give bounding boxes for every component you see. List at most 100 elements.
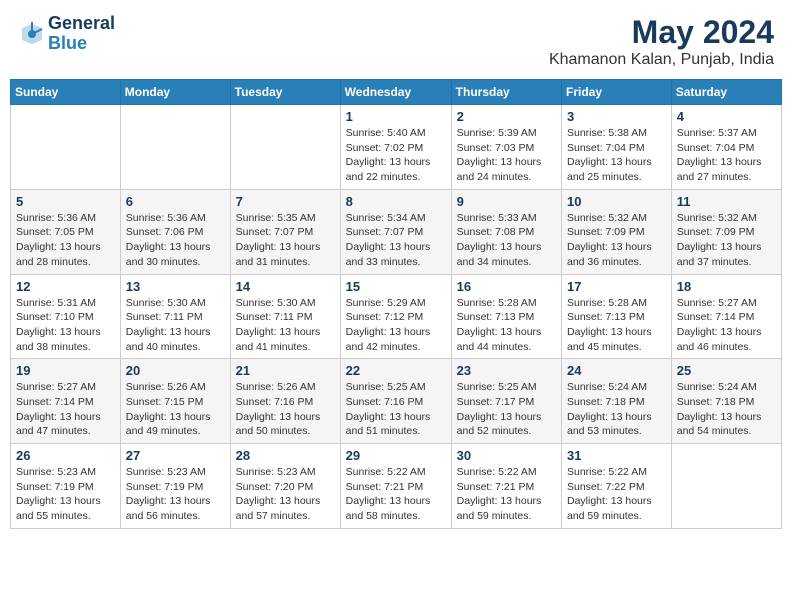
title-section: May 2024 Khamanon Kalan, Punjab, India <box>549 14 774 69</box>
header-day-thursday: Thursday <box>451 80 561 105</box>
day-info: Sunrise: 5:22 AM Sunset: 7:21 PM Dayligh… <box>346 465 446 524</box>
calendar-cell: 18Sunrise: 5:27 AM Sunset: 7:14 PM Dayli… <box>671 274 781 359</box>
calendar-cell: 15Sunrise: 5:29 AM Sunset: 7:12 PM Dayli… <box>340 274 451 359</box>
calendar-cell: 20 Sunrise: 5:26 AM Sunset: 7:15 PM Dayli… <box>120 359 230 444</box>
week-row-2: 12 Sunrise: 5:31 AM Sunset: 7:10 PM Dayli… <box>11 274 782 359</box>
logo: General Blue <box>18 14 115 54</box>
calendar-cell: 19 Sunrise: 5:27 AM Sunset: 7:14 PM Dayli… <box>11 359 121 444</box>
logo-icon <box>18 20 46 48</box>
day-number: 6 <box>126 194 225 209</box>
header-day-saturday: Saturday <box>671 80 781 105</box>
day-number: 31 <box>567 448 666 463</box>
day-info: Sunrise: 5:35 AM Sunset: 7:07 PM Dayligh… <box>236 211 335 270</box>
day-number: 14 <box>236 279 335 294</box>
day-info: Sunrise: 5:23 AM Sunset: 7:19 PM Dayligh… <box>16 465 115 524</box>
day-number: 5 <box>16 194 115 209</box>
calendar-cell <box>120 105 230 190</box>
day-number: 19 <box>16 363 115 378</box>
day-info: Sunrise: 5:22 AM Sunset: 7:22 PM Dayligh… <box>567 465 666 524</box>
day-number: 29 <box>346 448 446 463</box>
week-row-1: 5 Sunrise: 5:36 AM Sunset: 7:05 PM Daylig… <box>11 189 782 274</box>
calendar-cell: 9Sunrise: 5:33 AM Sunset: 7:08 PM Daylig… <box>451 189 561 274</box>
day-info: Sunrise: 5:37 AM Sunset: 7:04 PM Dayligh… <box>677 126 776 185</box>
calendar-cell: 3Sunrise: 5:38 AM Sunset: 7:04 PM Daylig… <box>562 105 672 190</box>
calendar-table: SundayMondayTuesdayWednesdayThursdayFrid… <box>10 79 782 529</box>
calendar-cell <box>230 105 340 190</box>
logo-line2: Blue <box>48 34 115 54</box>
calendar-cell: 8 Sunrise: 5:34 AM Sunset: 7:07 PM Daylig… <box>340 189 451 274</box>
calendar-body: 1 Sunrise: 5:40 AM Sunset: 7:02 PM Daylig… <box>11 105 782 529</box>
day-info: Sunrise: 5:27 AM Sunset: 7:14 PM Dayligh… <box>16 380 115 439</box>
day-info: Sunrise: 5:25 AM Sunset: 7:16 PM Dayligh… <box>346 380 446 439</box>
week-row-0: 1 Sunrise: 5:40 AM Sunset: 7:02 PM Daylig… <box>11 105 782 190</box>
day-info: Sunrise: 5:30 AM Sunset: 7:11 PM Dayligh… <box>126 296 225 355</box>
main-title: May 2024 <box>549 14 774 51</box>
day-info: Sunrise: 5:34 AM Sunset: 7:07 PM Dayligh… <box>346 211 446 270</box>
day-number: 3 <box>567 109 666 124</box>
header-day-tuesday: Tuesday <box>230 80 340 105</box>
calendar-cell: 23Sunrise: 5:25 AM Sunset: 7:17 PM Dayli… <box>451 359 561 444</box>
day-number: 11 <box>677 194 776 209</box>
header-day-friday: Friday <box>562 80 672 105</box>
day-number: 21 <box>236 363 335 378</box>
header-day-monday: Monday <box>120 80 230 105</box>
week-row-4: 26 Sunrise: 5:23 AM Sunset: 7:19 PM Dayli… <box>11 444 782 529</box>
calendar-cell: 24 Sunrise: 5:24 AM Sunset: 7:18 PM Dayli… <box>562 359 672 444</box>
day-number: 20 <box>126 363 225 378</box>
calendar-cell: 5 Sunrise: 5:36 AM Sunset: 7:05 PM Daylig… <box>11 189 121 274</box>
calendar-cell: 25 Sunrise: 5:24 AM Sunset: 7:18 PM Dayli… <box>671 359 781 444</box>
day-info: Sunrise: 5:36 AM Sunset: 7:05 PM Dayligh… <box>16 211 115 270</box>
day-info: Sunrise: 5:23 AM Sunset: 7:20 PM Dayligh… <box>236 465 335 524</box>
calendar-cell: 7Sunrise: 5:35 AM Sunset: 7:07 PM Daylig… <box>230 189 340 274</box>
day-info: Sunrise: 5:28 AM Sunset: 7:13 PM Dayligh… <box>457 296 556 355</box>
header-day-wednesday: Wednesday <box>340 80 451 105</box>
day-number: 25 <box>677 363 776 378</box>
calendar-cell: 22 Sunrise: 5:25 AM Sunset: 7:16 PM Dayli… <box>340 359 451 444</box>
day-number: 4 <box>677 109 776 124</box>
day-number: 24 <box>567 363 666 378</box>
day-info: Sunrise: 5:22 AM Sunset: 7:21 PM Dayligh… <box>457 465 556 524</box>
day-info: Sunrise: 5:36 AM Sunset: 7:06 PM Dayligh… <box>126 211 225 270</box>
day-number: 22 <box>346 363 446 378</box>
day-number: 30 <box>457 448 556 463</box>
day-number: 27 <box>126 448 225 463</box>
day-number: 2 <box>457 109 556 124</box>
calendar-cell: 21 Sunrise: 5:26 AM Sunset: 7:16 PM Dayli… <box>230 359 340 444</box>
calendar-cell: 31 Sunrise: 5:22 AM Sunset: 7:22 PM Dayli… <box>562 444 672 529</box>
day-info: Sunrise: 5:24 AM Sunset: 7:18 PM Dayligh… <box>677 380 776 439</box>
day-info: Sunrise: 5:28 AM Sunset: 7:13 PM Dayligh… <box>567 296 666 355</box>
logo-text: General Blue <box>48 14 115 54</box>
calendar-cell: 26 Sunrise: 5:23 AM Sunset: 7:19 PM Dayli… <box>11 444 121 529</box>
day-info: Sunrise: 5:33 AM Sunset: 7:08 PM Dayligh… <box>457 211 556 270</box>
day-info: Sunrise: 5:29 AM Sunset: 7:12 PM Dayligh… <box>346 296 446 355</box>
page-header: General Blue May 2024 Khamanon Kalan, Pu… <box>10 10 782 73</box>
calendar-cell: 12 Sunrise: 5:31 AM Sunset: 7:10 PM Dayli… <box>11 274 121 359</box>
calendar-cell: 14Sunrise: 5:30 AM Sunset: 7:11 PM Dayli… <box>230 274 340 359</box>
calendar-header: SundayMondayTuesdayWednesdayThursdayFrid… <box>11 80 782 105</box>
day-number: 17 <box>567 279 666 294</box>
week-row-3: 19 Sunrise: 5:27 AM Sunset: 7:14 PM Dayli… <box>11 359 782 444</box>
calendar-cell: 13Sunrise: 5:30 AM Sunset: 7:11 PM Dayli… <box>120 274 230 359</box>
header-row: SundayMondayTuesdayWednesdayThursdayFrid… <box>11 80 782 105</box>
day-info: Sunrise: 5:40 AM Sunset: 7:02 PM Dayligh… <box>346 126 446 185</box>
calendar-cell: 6 Sunrise: 5:36 AM Sunset: 7:06 PM Daylig… <box>120 189 230 274</box>
calendar-cell: 10Sunrise: 5:32 AM Sunset: 7:09 PM Dayli… <box>562 189 672 274</box>
day-number: 16 <box>457 279 556 294</box>
day-number: 8 <box>346 194 446 209</box>
day-info: Sunrise: 5:31 AM Sunset: 7:10 PM Dayligh… <box>16 296 115 355</box>
calendar-cell <box>671 444 781 529</box>
day-info: Sunrise: 5:24 AM Sunset: 7:18 PM Dayligh… <box>567 380 666 439</box>
day-number: 12 <box>16 279 115 294</box>
day-number: 26 <box>16 448 115 463</box>
day-number: 10 <box>567 194 666 209</box>
day-number: 1 <box>346 109 446 124</box>
calendar-cell: 27Sunrise: 5:23 AM Sunset: 7:19 PM Dayli… <box>120 444 230 529</box>
day-info: Sunrise: 5:32 AM Sunset: 7:09 PM Dayligh… <box>677 211 776 270</box>
day-info: Sunrise: 5:26 AM Sunset: 7:16 PM Dayligh… <box>236 380 335 439</box>
day-info: Sunrise: 5:25 AM Sunset: 7:17 PM Dayligh… <box>457 380 556 439</box>
logo-line1: General <box>48 14 115 34</box>
day-info: Sunrise: 5:26 AM Sunset: 7:15 PM Dayligh… <box>126 380 225 439</box>
header-day-sunday: Sunday <box>11 80 121 105</box>
calendar-cell: 28Sunrise: 5:23 AM Sunset: 7:20 PM Dayli… <box>230 444 340 529</box>
calendar-cell: 1 Sunrise: 5:40 AM Sunset: 7:02 PM Daylig… <box>340 105 451 190</box>
